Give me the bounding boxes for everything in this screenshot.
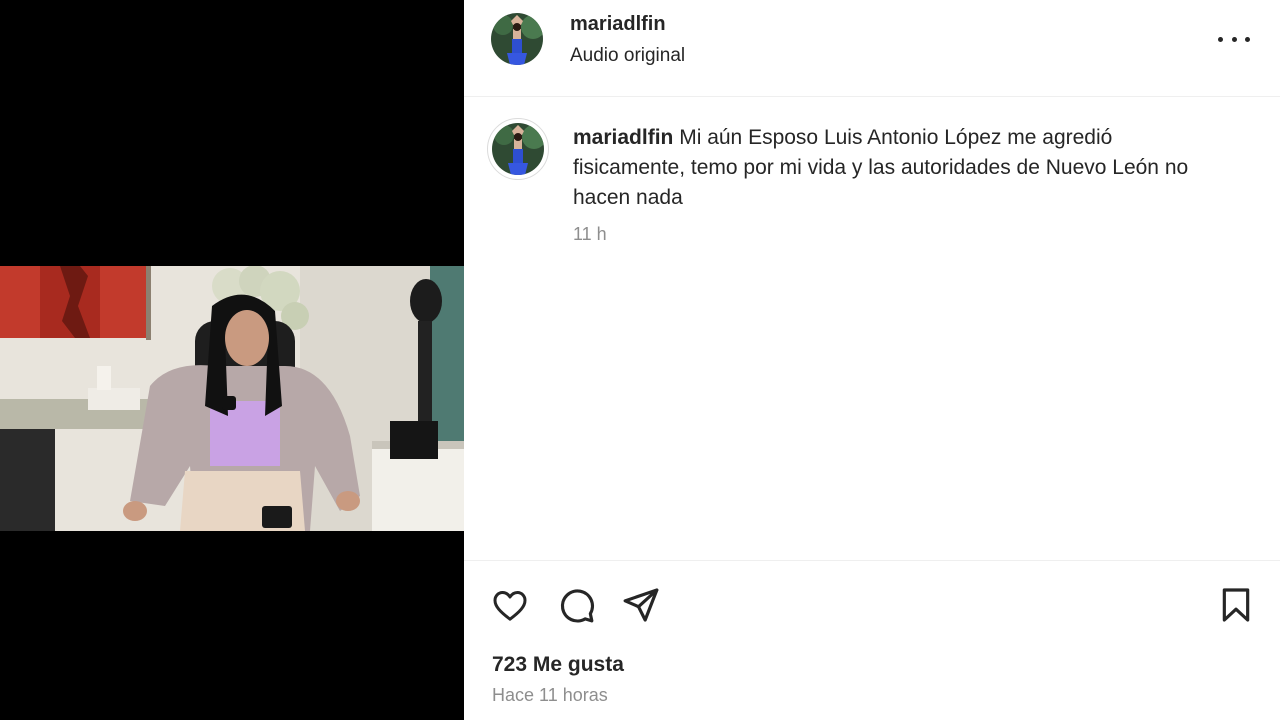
send-icon[interactable] (621, 585, 661, 625)
caption-text: mariadlfin Mi aún Esposo Luis Antonio Ló… (573, 123, 1223, 213)
likes-count[interactable]: 723 Me gusta (492, 653, 624, 677)
heart-icon[interactable] (490, 585, 530, 625)
more-dot (1218, 36, 1223, 42)
avatar-image (492, 123, 544, 175)
audio-label[interactable]: Audio original (570, 45, 685, 67)
instagram-post-view: mariadlfin Audio original mariadlfin Mi … (0, 0, 1280, 720)
actions-bar (464, 560, 1280, 651)
avatar[interactable] (491, 13, 543, 65)
caption-timestamp[interactable]: 11 h (573, 224, 607, 245)
posted-time[interactable]: Hace 11 horas (492, 685, 608, 706)
post-video[interactable] (0, 266, 464, 531)
media-panel (0, 0, 464, 720)
comment-icon[interactable] (556, 585, 596, 625)
avatar-image (491, 13, 543, 65)
caption-avatar-ring[interactable] (487, 118, 549, 180)
bookmark-icon[interactable] (1216, 585, 1256, 625)
header-username[interactable]: mariadlfin (570, 13, 666, 36)
caption-avatar[interactable] (492, 123, 544, 175)
more-options-icon[interactable] (1218, 28, 1250, 50)
post-header: mariadlfin Audio original (464, 0, 1280, 97)
video-frame-illustration (0, 266, 464, 531)
more-dot (1231, 36, 1237, 42)
more-dot (1245, 36, 1250, 42)
post-details-panel: mariadlfin Audio original mariadlfin Mi … (464, 0, 1280, 720)
caption-username[interactable]: mariadlfin (573, 126, 673, 149)
